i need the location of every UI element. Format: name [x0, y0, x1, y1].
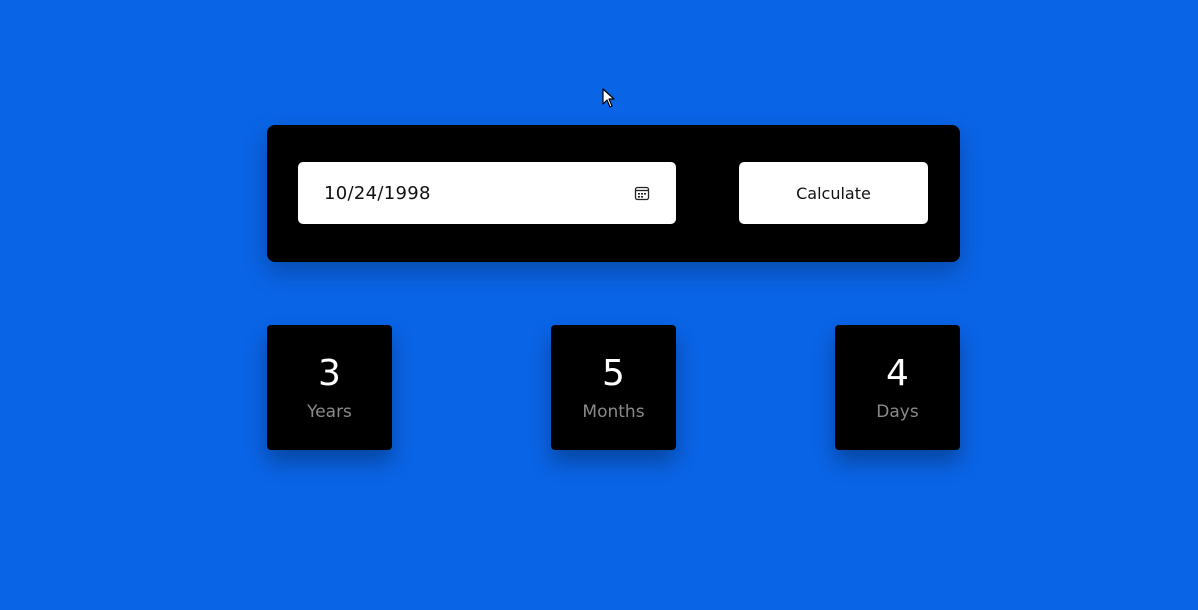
months-value: 5 [602, 352, 625, 394]
years-label: Years [307, 401, 352, 422]
days-label: Days [876, 401, 919, 422]
mouse-cursor-icon [602, 88, 615, 108]
years-result-card: 3 Years [267, 325, 392, 450]
date-input[interactable]: 10/24/1998 [298, 162, 676, 224]
date-input-panel: 10/24/1998 Calculate [267, 125, 960, 262]
calculate-button[interactable]: Calculate [739, 162, 928, 224]
days-result-card: 4 Days [835, 325, 960, 450]
calendar-icon[interactable] [634, 185, 650, 201]
date-input-value[interactable]: 10/24/1998 [324, 183, 431, 204]
days-value: 4 [886, 352, 909, 394]
years-value: 3 [318, 352, 341, 394]
months-result-card: 5 Months [551, 325, 676, 450]
months-label: Months [582, 401, 645, 422]
